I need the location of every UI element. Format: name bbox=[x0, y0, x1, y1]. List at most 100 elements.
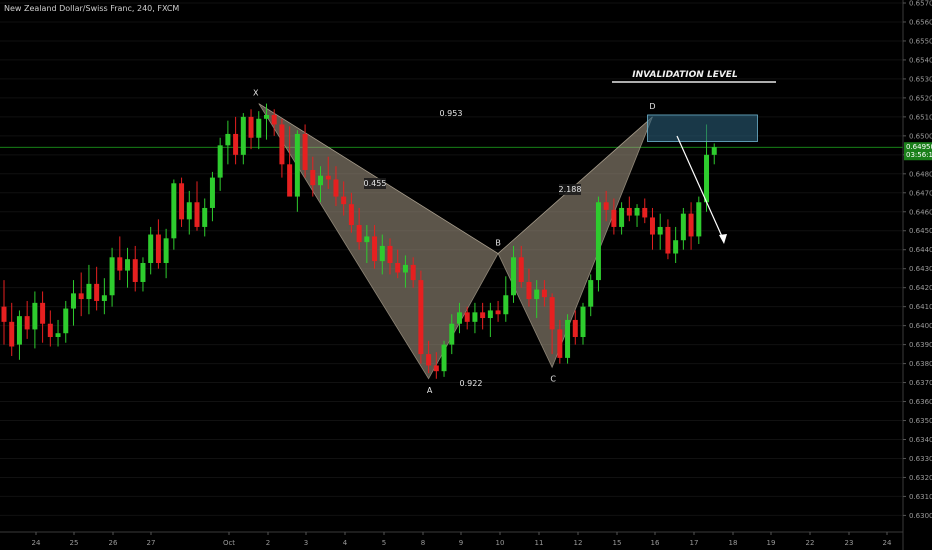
candle-body bbox=[202, 207, 208, 227]
x-tick-label: 24 bbox=[32, 539, 41, 547]
candle-body bbox=[356, 225, 362, 243]
candle-body bbox=[16, 316, 22, 345]
x-tick-label: 10 bbox=[496, 539, 505, 547]
candle bbox=[588, 274, 594, 317]
candle-body bbox=[673, 240, 679, 254]
candle-body bbox=[47, 323, 53, 338]
y-tick-label: 0.64100 bbox=[909, 303, 932, 311]
y-tick-label: 0.65100 bbox=[909, 113, 932, 121]
candle-body bbox=[449, 323, 455, 345]
candle-body bbox=[456, 312, 462, 324]
y-tick-label: 0.64400 bbox=[909, 246, 932, 254]
y-tick-label: 0.65400 bbox=[909, 56, 932, 64]
candle-body bbox=[704, 154, 710, 203]
x-tick-label: 25 bbox=[70, 539, 79, 547]
x-tick-label: 8 bbox=[421, 539, 425, 547]
candle-body bbox=[194, 202, 200, 227]
candle-body bbox=[711, 147, 717, 155]
candle-body bbox=[302, 133, 308, 171]
candle bbox=[649, 207, 655, 250]
candle-body bbox=[402, 264, 408, 273]
y-tick-label: 0.63200 bbox=[909, 474, 932, 482]
pattern-point-a: A bbox=[427, 386, 433, 395]
candle-body bbox=[94, 283, 100, 301]
y-tick-label: 0.65500 bbox=[909, 37, 932, 45]
candle-body bbox=[611, 209, 617, 227]
candle bbox=[441, 340, 447, 377]
invalidation-label: INVALIDATION LEVEL bbox=[632, 70, 738, 80]
candle bbox=[665, 219, 671, 260]
y-tick-label: 0.65700 bbox=[909, 0, 932, 8]
candle bbox=[642, 198, 648, 224]
candle bbox=[47, 310, 53, 347]
candle-body bbox=[665, 226, 671, 254]
candle-body bbox=[464, 312, 470, 322]
candle bbox=[572, 310, 578, 345]
y-tick-label: 0.63000 bbox=[909, 512, 932, 520]
y-tick-label: 0.65600 bbox=[909, 18, 932, 26]
y-tick-label: 0.64800 bbox=[909, 170, 932, 178]
candle-body bbox=[503, 295, 509, 315]
y-tick-label: 0.64700 bbox=[909, 189, 932, 197]
candle-body bbox=[526, 281, 532, 300]
candle bbox=[503, 276, 509, 322]
y-tick-label: 0.63700 bbox=[909, 379, 932, 387]
candle-body bbox=[387, 245, 393, 263]
pattern-point-b: B bbox=[495, 239, 501, 248]
candle-body bbox=[248, 116, 254, 138]
candle bbox=[148, 226, 154, 275]
harmonic-pattern bbox=[258, 103, 653, 380]
potential-reversal-zone bbox=[647, 114, 758, 142]
current-price-countdown: 03:56:10 bbox=[906, 151, 932, 159]
y-tick-label: 0.63300 bbox=[909, 455, 932, 463]
symbol-title: New Zealand Dollar/Swiss Franc, 240, FXC… bbox=[4, 4, 180, 13]
candle bbox=[279, 118, 285, 178]
candle bbox=[294, 130, 300, 212]
candle-body bbox=[171, 183, 177, 239]
candle-body bbox=[541, 289, 547, 298]
candle-body bbox=[263, 114, 269, 119]
x-tick-label: 26 bbox=[109, 539, 118, 547]
candle-body bbox=[588, 280, 594, 307]
candle-body bbox=[325, 175, 331, 180]
candle-body bbox=[310, 170, 316, 186]
ratio-label: 0.455 bbox=[364, 179, 387, 188]
candle bbox=[101, 278, 107, 315]
candle-body bbox=[410, 264, 416, 281]
candle-body bbox=[333, 179, 339, 197]
candle bbox=[580, 302, 586, 345]
x-tick-label: 19 bbox=[767, 539, 776, 547]
candle bbox=[248, 109, 254, 150]
time-axis[interactable]: 24 25 26 27 Oct 2 3 4 5 8 9 10 11 12 15 16 17 18 19 22 23 24 bbox=[0, 531, 903, 547]
candle-body bbox=[55, 333, 61, 338]
price-axis[interactable]: 0.65700 0.65600 0.65500 0.65400 0.65300 0.652… bbox=[902, 0, 932, 550]
candle-body bbox=[364, 236, 370, 243]
x-tick-label: 18 bbox=[729, 539, 738, 547]
pattern-point-d: D bbox=[649, 102, 655, 111]
candle-body bbox=[565, 319, 571, 358]
candle bbox=[78, 272, 84, 317]
x-tick-label: 22 bbox=[806, 539, 815, 547]
candle bbox=[117, 236, 123, 281]
candle-body bbox=[40, 302, 46, 324]
candle-body bbox=[418, 280, 424, 355]
candle bbox=[240, 113, 246, 165]
candle-body bbox=[619, 207, 625, 227]
x-tick-label: 9 bbox=[459, 539, 463, 547]
candle-body bbox=[580, 306, 586, 338]
pattern-point-x: X bbox=[253, 89, 259, 98]
price-chart[interactable]: X A B C D 0.953 0.455 0.922 2.188 INVALIDATION LE… bbox=[0, 0, 932, 550]
candle bbox=[487, 302, 493, 338]
x-tick-label: Oct bbox=[223, 539, 235, 547]
candle-body bbox=[487, 310, 493, 319]
candle-body bbox=[642, 207, 648, 218]
candle-body bbox=[634, 207, 640, 216]
candle bbox=[1, 280, 7, 345]
ratio-label: 0.953 bbox=[440, 109, 463, 118]
candle bbox=[9, 302, 15, 356]
candle bbox=[171, 179, 177, 250]
candle-body bbox=[148, 234, 154, 263]
candle bbox=[495, 300, 501, 322]
candle-body bbox=[63, 308, 69, 334]
x-tick-label: 11 bbox=[535, 539, 544, 547]
